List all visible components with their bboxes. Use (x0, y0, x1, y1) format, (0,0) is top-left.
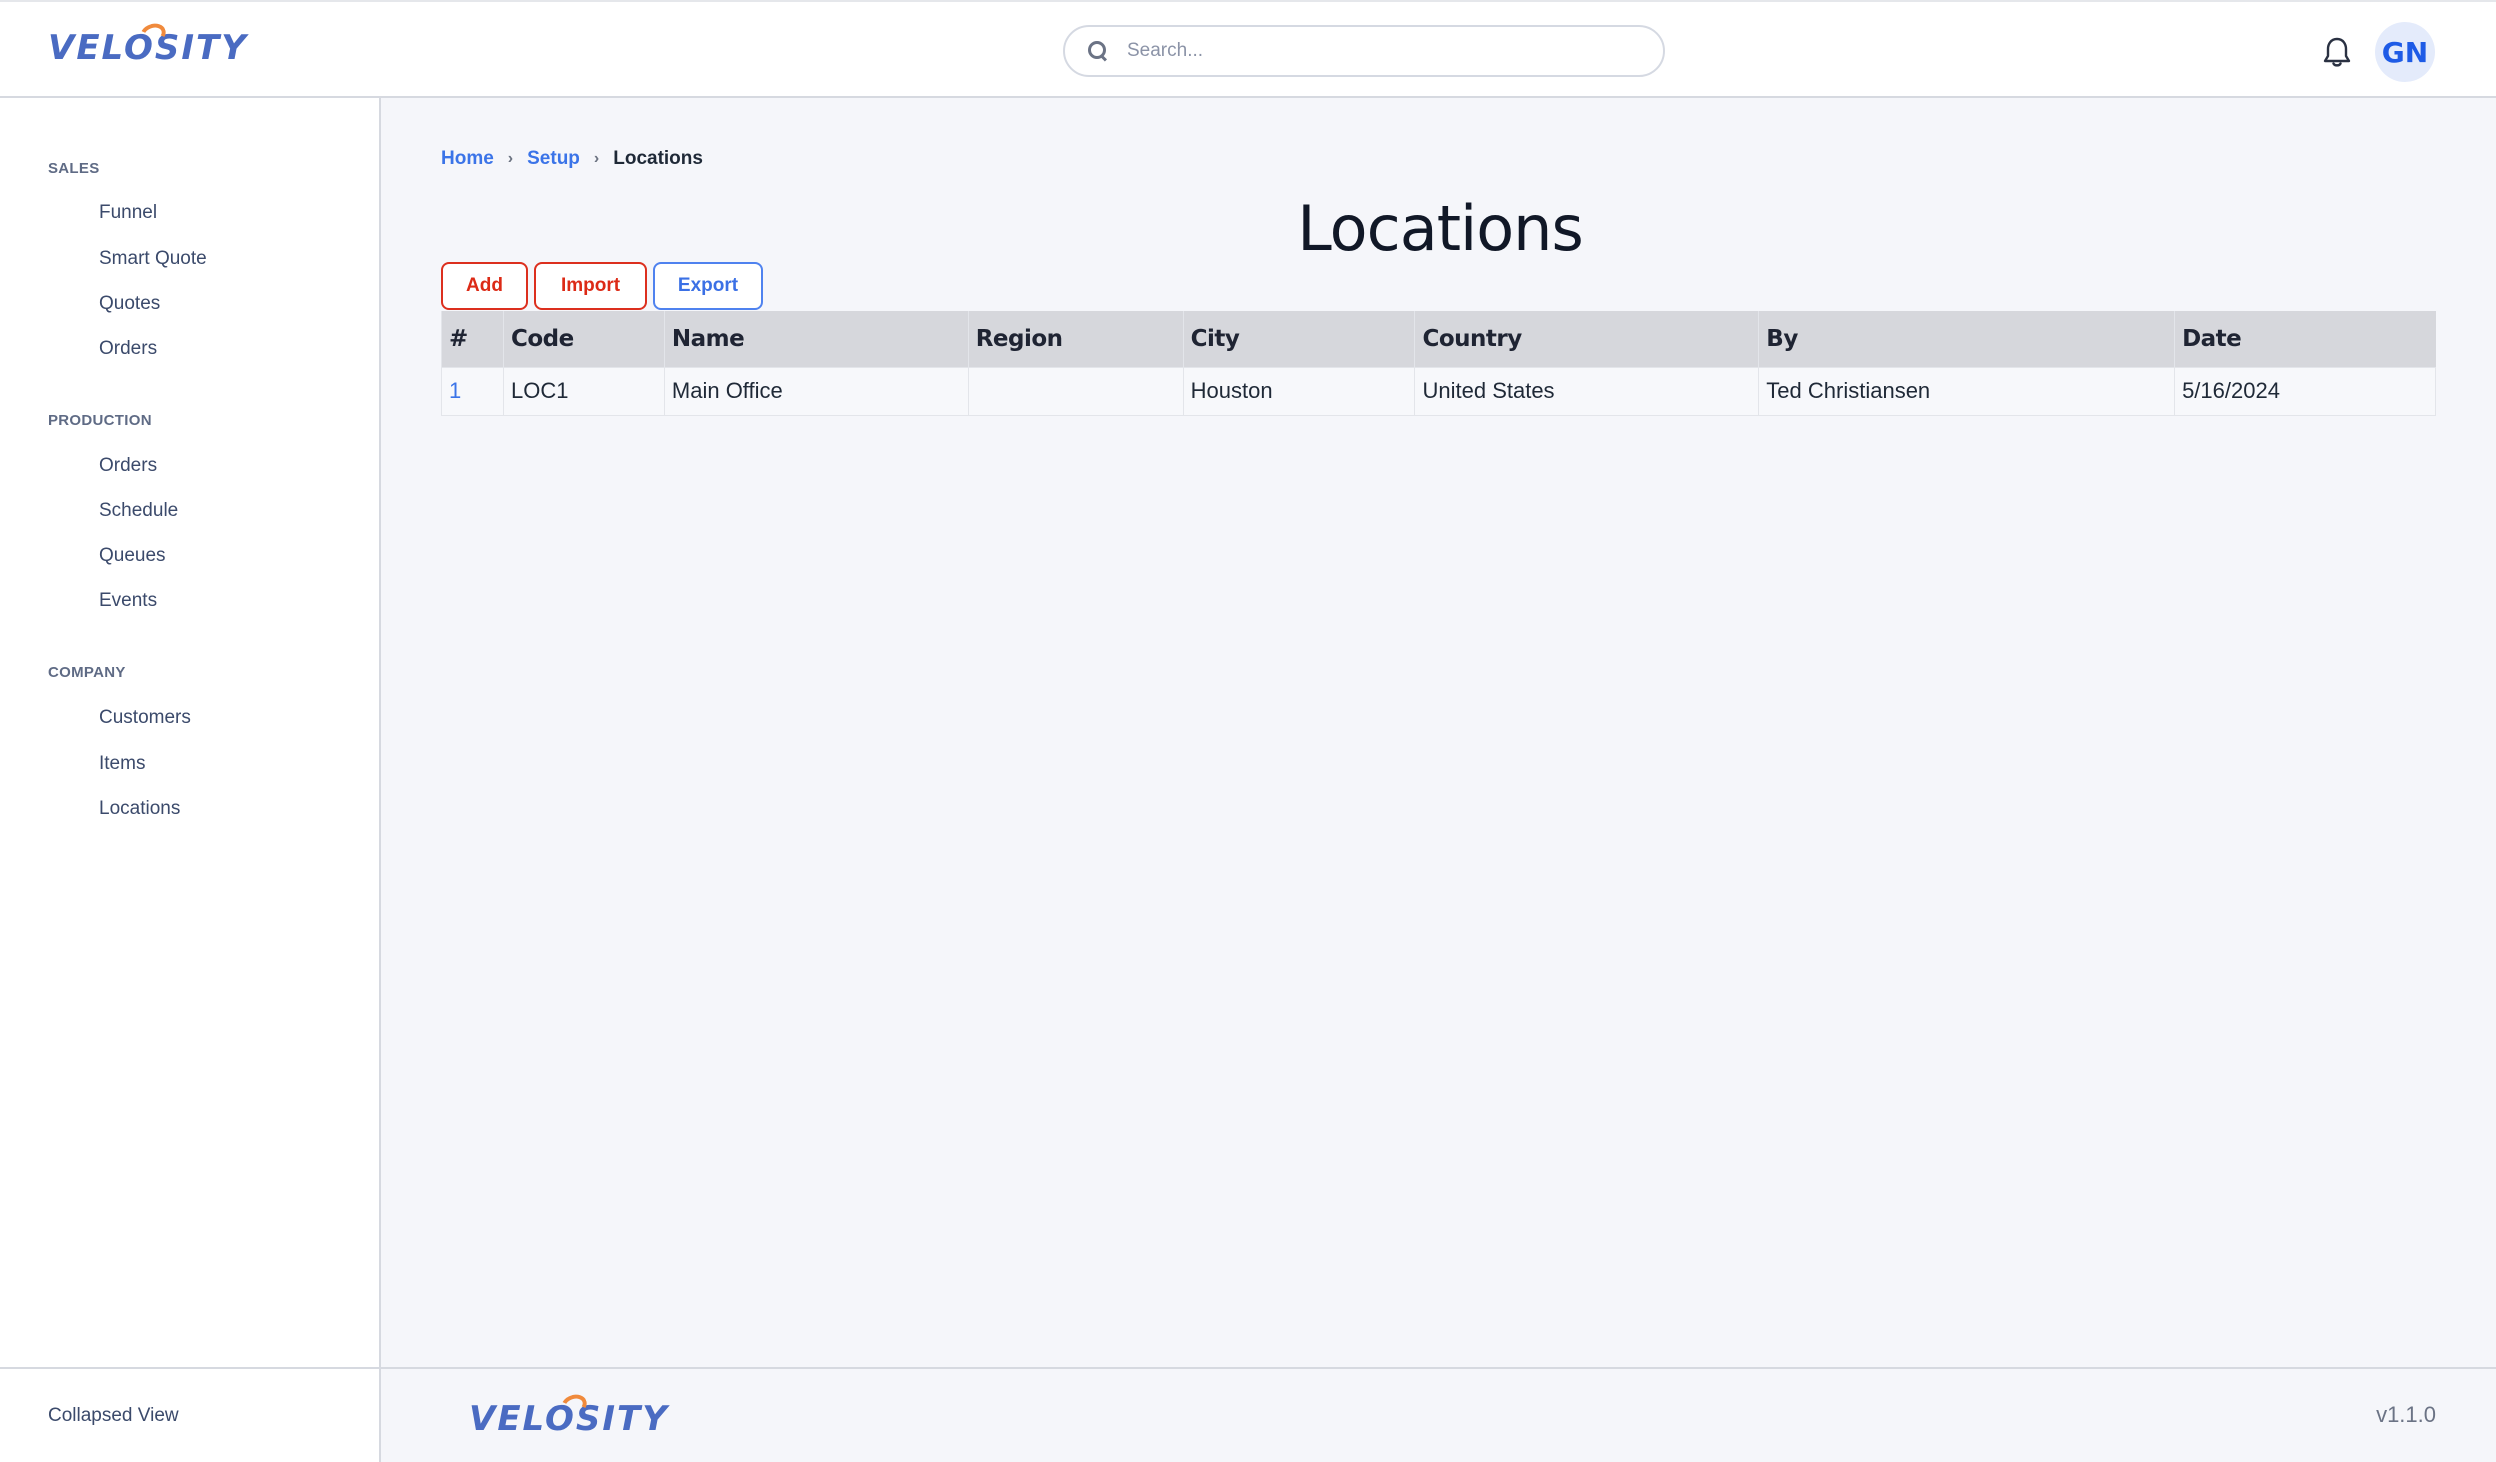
search-box[interactable] (1063, 25, 1665, 77)
breadcrumb-current: Locations (613, 148, 703, 169)
column-header-number[interactable]: # (441, 311, 504, 367)
column-header-name[interactable]: Name (663, 311, 969, 367)
sidebar-item-sales-orders[interactable]: Orders (99, 338, 157, 360)
sidebar-section-sales: SALES (48, 160, 100, 177)
cell-name: Main Office (663, 366, 969, 416)
page-footer: VELOSITY v1.1.0 (381, 1367, 2496, 1462)
column-header-date[interactable]: Date (2174, 311, 2436, 367)
version-label: v1.1.0 (2376, 1402, 2436, 1427)
chevron-right-icon: › (593, 150, 600, 167)
sidebar-section-company: COMPANY (48, 664, 126, 681)
sidebar-item-quotes[interactable]: Quotes (99, 293, 160, 315)
sidebar-item-queues[interactable]: Queues (99, 545, 166, 567)
export-button[interactable]: Export (653, 262, 763, 310)
sidebar-section-production: PRODUCTION (48, 412, 152, 429)
top-header: VELOSITY GN (0, 0, 2496, 98)
sidebar-item-smart-quote[interactable]: Smart Quote (99, 248, 207, 270)
cell-city: Houston (1182, 366, 1416, 416)
column-header-by[interactable]: By (1758, 311, 2175, 367)
table-header-row: # Code Name Region City Country By Date (441, 311, 2436, 367)
column-header-region[interactable]: Region (967, 311, 1184, 367)
velosity-logo[interactable]: VELOSITY (48, 20, 248, 68)
sidebar-item-items[interactable]: Items (99, 753, 145, 775)
add-button[interactable]: Add (441, 262, 528, 310)
column-header-city[interactable]: City (1182, 311, 1415, 367)
locations-table: # Code Name Region City Country By Date … (441, 311, 2436, 416)
cell-number[interactable]: 1 (441, 366, 504, 416)
import-button[interactable]: Import (534, 262, 647, 310)
cell-region (967, 366, 1184, 416)
search-input[interactable] (1127, 40, 1647, 62)
breadcrumb-setup[interactable]: Setup (527, 148, 580, 170)
column-header-code[interactable]: Code (502, 311, 665, 367)
breadcrumb: Home › Setup › Locations (441, 148, 703, 170)
collapsed-view-toggle[interactable]: Collapsed View (48, 1405, 179, 1427)
user-avatar[interactable]: GN (2375, 22, 2435, 82)
sidebar-item-events[interactable]: Events (99, 590, 157, 612)
cell-by: Ted Christiansen (1758, 366, 2176, 416)
breadcrumb-home[interactable]: Home (441, 148, 494, 170)
sidebar: SALES Funnel Smart Quote Quotes Orders P… (0, 98, 381, 1368)
footer-logo: VELOSITY (469, 1391, 669, 1439)
sidebar-item-funnel[interactable]: Funnel (99, 202, 157, 224)
bell-icon[interactable] (2323, 36, 2351, 68)
cell-country: United States (1414, 366, 1760, 416)
cell-code: LOC1 (502, 366, 665, 416)
column-header-country[interactable]: Country (1414, 311, 1759, 367)
sidebar-item-production-orders[interactable]: Orders (99, 455, 157, 477)
sidebar-item-locations[interactable]: Locations (99, 798, 180, 820)
chevron-right-icon: › (507, 150, 514, 167)
cell-date: 5/16/2024 (2174, 366, 2436, 416)
search-icon (1087, 40, 1109, 62)
table-row[interactable]: 1 LOC1 Main Office Houston United States… (441, 366, 2436, 416)
page-title: Locations (1297, 192, 1584, 265)
sidebar-item-schedule[interactable]: Schedule (99, 500, 178, 522)
sidebar-item-customers[interactable]: Customers (99, 707, 191, 729)
sidebar-footer: Collapsed View (0, 1367, 381, 1462)
